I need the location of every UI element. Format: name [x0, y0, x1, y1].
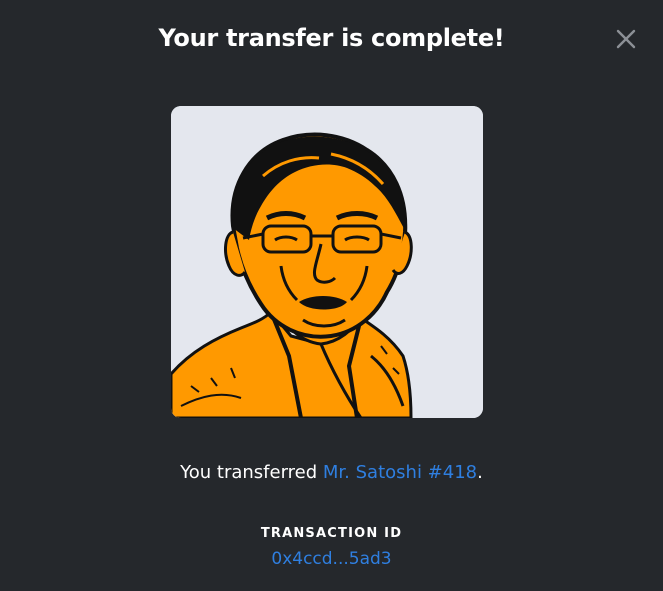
transfer-prefix: You transferred: [180, 462, 323, 483]
modal-title: Your transfer is complete!: [158, 24, 505, 52]
transaction-id-label: TRANSACTION ID: [260, 526, 403, 541]
portrait-image: [171, 106, 483, 418]
transaction-id-link[interactable]: 0x4ccd...5ad3: [0, 547, 663, 571]
transfer-suffix: .: [477, 462, 483, 483]
transfer-message: You transferred Mr. Satoshi #418.: [0, 460, 663, 486]
nft-name-link[interactable]: Mr. Satoshi #418: [323, 462, 477, 483]
transfer-complete-modal: Your transfer is complete! You transferr…: [0, 0, 663, 591]
close-icon: [616, 29, 636, 49]
nft-image: [171, 106, 483, 418]
close-button[interactable]: [613, 26, 639, 52]
